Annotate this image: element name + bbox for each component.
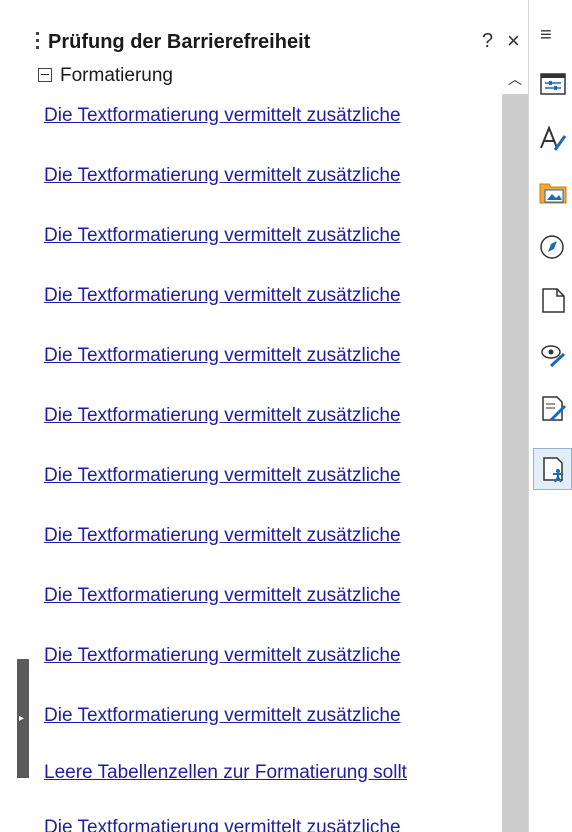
issue-link[interactable]: Die Textformatierung vermittelt zusätzli…: [44, 465, 401, 487]
chevron-up-icon: ︿: [508, 71, 522, 87]
accessibility-check-icon: [543, 457, 563, 483]
arrow-right-icon: ▸: [19, 713, 25, 724]
group-label: Formatierung: [60, 65, 173, 86]
style-inspector-icon: [541, 345, 566, 368]
tab-page[interactable]: [533, 280, 572, 322]
issue-link[interactable]: Die Textformatierung vermittelt zusätzli…: [44, 817, 401, 832]
issue-list: Die Textformatierung vermittelt zusätzli…: [0, 92, 500, 832]
tab-gallery[interactable]: [533, 172, 572, 214]
panel-header: Prüfung der Barrierefreiheit ? ×: [0, 26, 528, 60]
tab-style-inspector[interactable]: [533, 334, 572, 376]
issue-link[interactable]: Die Textformatierung vermittelt zusätzli…: [44, 405, 401, 427]
scroll-up-button[interactable]: ︿: [502, 66, 528, 92]
issue-link[interactable]: Die Textformatierung vermittelt zusätzli…: [44, 225, 401, 247]
issue-link[interactable]: Die Textformatierung vermittelt zusätzli…: [44, 525, 401, 547]
issue-link[interactable]: Die Textformatierung vermittelt zusätzli…: [44, 645, 401, 667]
sidebar-menu-button[interactable]: ≡: [540, 24, 552, 47]
collapse-sidebar-handle[interactable]: ▸: [17, 659, 29, 778]
formatting-group-header[interactable]: Formatierung: [38, 64, 488, 92]
accessibility-check-panel: Prüfung der Barrierefreiheit ? × Formati…: [0, 0, 528, 832]
tab-properties[interactable]: [533, 64, 572, 106]
page-icon: [542, 288, 565, 313]
drag-grip-icon[interactable]: [36, 32, 39, 54]
properties-icon: [540, 73, 566, 95]
issue-link[interactable]: Die Textformatierung vermittelt zusätzli…: [44, 585, 401, 607]
styles-icon: [540, 125, 567, 151]
issue-link[interactable]: Die Textformatierung vermittelt zusätzli…: [44, 165, 401, 187]
manage-changes-icon: [542, 396, 567, 422]
panel-title: Prüfung der Barrierefreiheit: [48, 31, 311, 53]
issue-link[interactable]: Die Textformatierung vermittelt zusätzli…: [44, 705, 401, 727]
gallery-icon: [539, 183, 567, 204]
issue-link[interactable]: Die Textformatierung vermittelt zusätzli…: [44, 345, 401, 367]
tab-accessibility-check[interactable]: [533, 448, 572, 490]
tab-styles[interactable]: [533, 118, 572, 160]
issue-link[interactable]: Die Textformatierung vermittelt zusätzli…: [44, 105, 401, 127]
collapse-icon[interactable]: [38, 68, 52, 82]
tab-manage-changes[interactable]: [533, 388, 572, 430]
help-button[interactable]: ?: [482, 30, 493, 53]
close-button[interactable]: ×: [507, 28, 520, 54]
issue-link[interactable]: Die Textformatierung vermittelt zusätzli…: [44, 285, 401, 307]
navigator-icon: [540, 235, 564, 259]
issue-link[interactable]: Leere Tabellenzellen zur Formatierung so…: [44, 762, 407, 784]
tab-navigator[interactable]: [533, 226, 572, 268]
scrollbar-track[interactable]: [502, 94, 528, 832]
